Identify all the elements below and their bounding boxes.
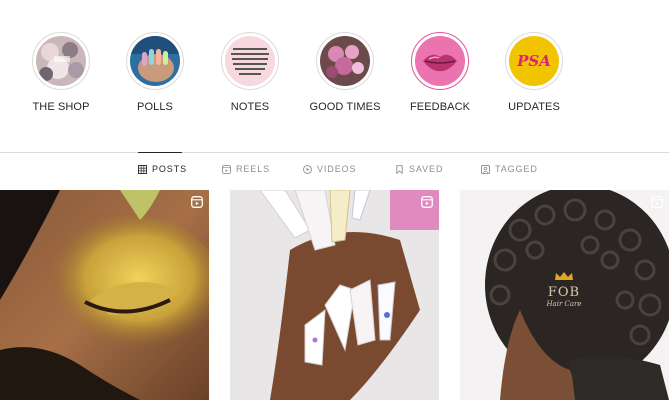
highlight-ring — [221, 32, 279, 90]
post-long-nails[interactable] — [230, 190, 439, 400]
psa-text: PSA — [517, 52, 551, 70]
tab-label: POSTS — [152, 164, 188, 174]
active-tab-indicator — [138, 152, 182, 153]
long-nails-photo — [230, 190, 439, 400]
eye-makeup-photo — [0, 190, 209, 400]
post-eye-makeup[interactable] — [0, 190, 209, 400]
tag-person-icon — [481, 164, 490, 174]
logo-subtext: Hair Care — [546, 300, 582, 308]
psa-thumbnail: PSA — [509, 36, 559, 86]
tab-label: SAVED — [409, 164, 444, 174]
reels-icon — [222, 164, 231, 174]
flowers-thumbnail — [320, 36, 370, 86]
tab-label: TAGGED — [495, 164, 538, 174]
tab-reels[interactable]: REELS — [222, 164, 270, 174]
profile-tabs: POSTS REELS VIDEOS SAVED TAGGED — [0, 164, 669, 180]
video-icon — [303, 164, 312, 174]
tab-label: VIDEOS — [317, 164, 357, 174]
tab-label: REELS — [236, 164, 271, 174]
logo-text: FOB — [547, 285, 581, 300]
reel-icon — [421, 196, 433, 208]
highlight-ring — [316, 32, 374, 90]
highlight-label: GOOD TIMES — [309, 101, 381, 113]
shop-collage-thumbnail — [36, 36, 86, 86]
salon-logo: FOB Hair Care — [542, 268, 586, 308]
highlight-updates[interactable]: PSA UPDATES — [479, 32, 589, 113]
tab-posts[interactable]: POSTS — [138, 164, 187, 174]
tab-videos[interactable]: VIDEOS — [303, 164, 356, 174]
highlight-ring — [126, 32, 184, 90]
reel-icon — [651, 196, 663, 208]
tab-saved[interactable]: SAVED — [395, 164, 443, 174]
post-curly-hair[interactable]: FOB Hair Care — [460, 190, 669, 400]
crown-icon — [555, 272, 573, 280]
highlight-good-times[interactable]: GOOD TIMES — [290, 32, 400, 113]
grid-icon — [138, 164, 147, 174]
bookmark-icon — [396, 164, 403, 174]
story-highlights: THE SHOP POLLS NOTES GOOD TIMES FEEDBACK… — [0, 0, 669, 150]
highlight-label: POLLS — [137, 101, 173, 113]
profile-divider — [0, 152, 669, 153]
highlight-ring: PSA — [505, 32, 563, 90]
highlight-notes[interactable]: NOTES — [195, 32, 305, 113]
tab-tagged[interactable]: TAGGED — [481, 164, 538, 174]
lips-thumbnail — [415, 36, 465, 86]
highlight-ring — [411, 32, 469, 90]
highlight-label: NOTES — [230, 101, 270, 113]
highlight-polls[interactable]: POLLS — [100, 32, 210, 113]
reel-icon — [191, 196, 203, 208]
highlight-ring — [32, 32, 90, 90]
text-note-thumbnail — [225, 36, 275, 86]
highlight-label: UPDATES — [508, 101, 560, 113]
manicure-thumbnail — [130, 36, 180, 86]
